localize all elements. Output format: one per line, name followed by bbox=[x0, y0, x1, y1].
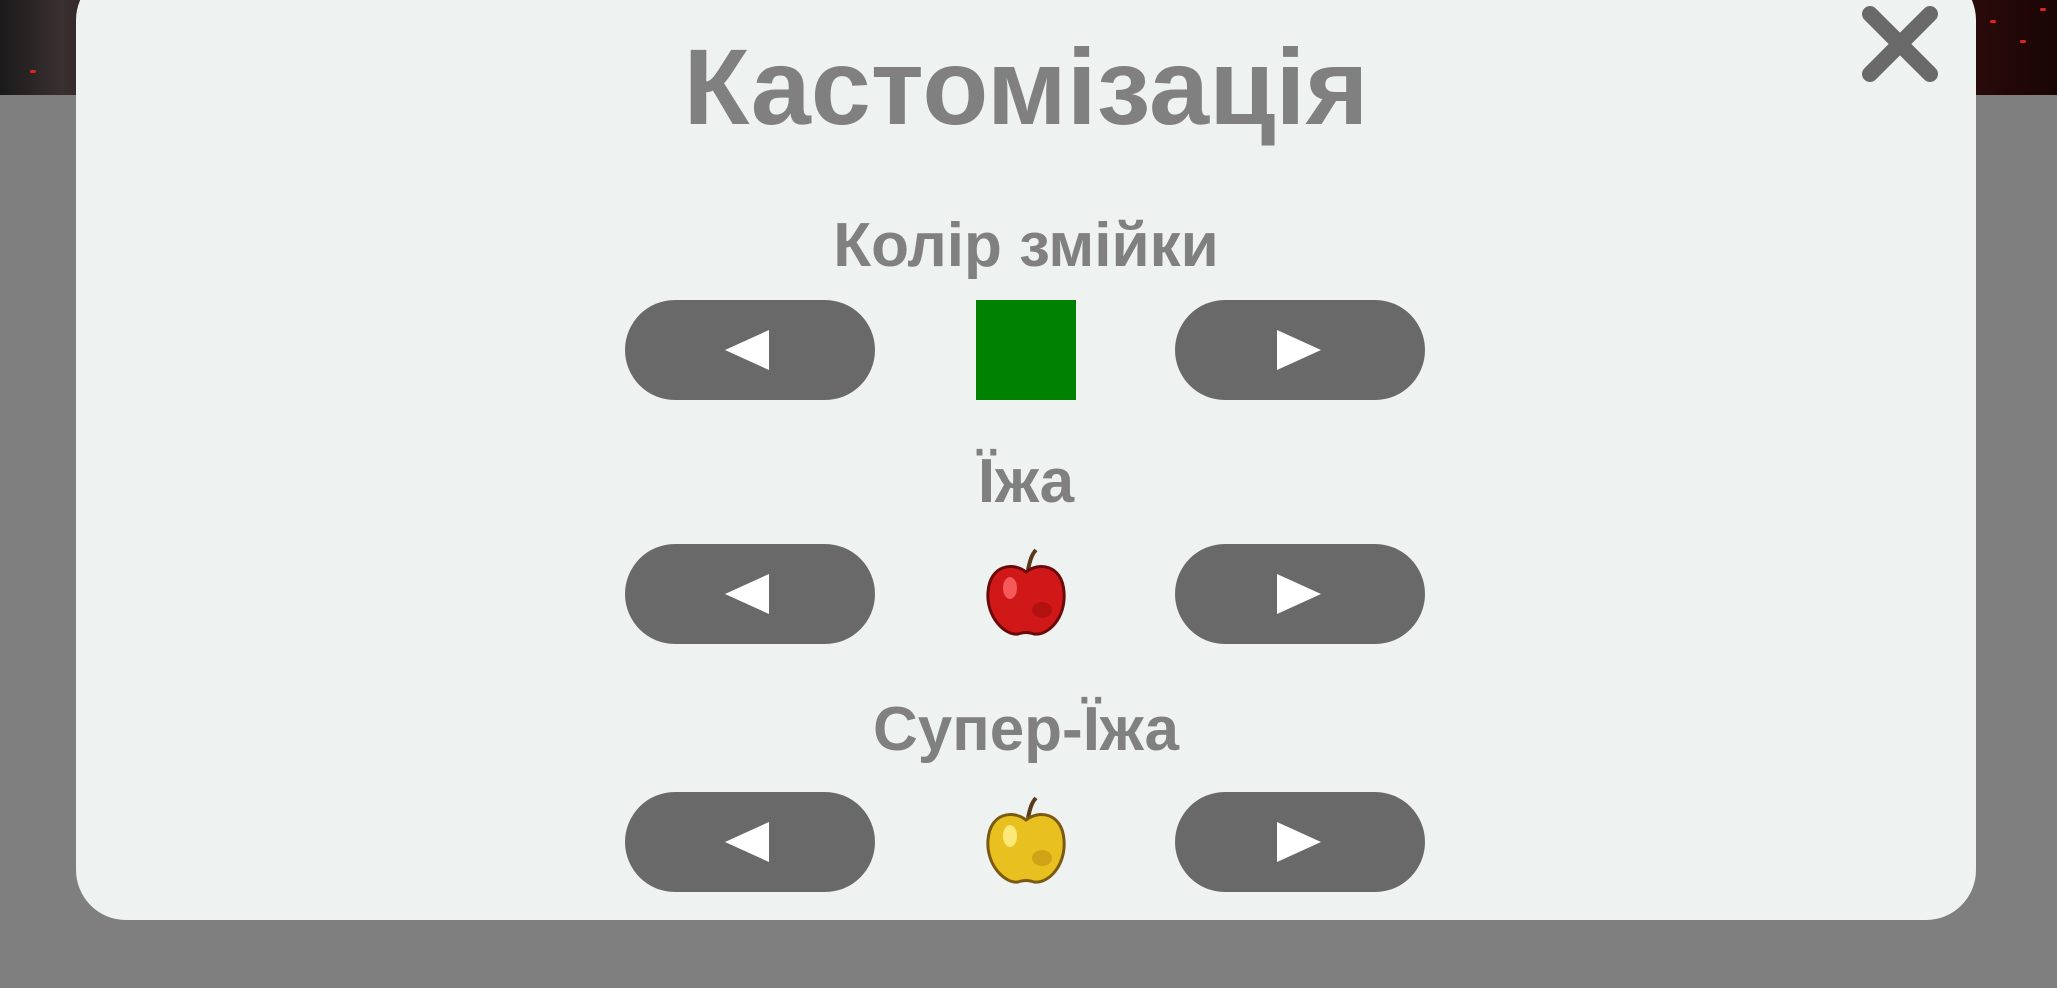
ember-decoration bbox=[2040, 8, 2046, 11]
snake-color-label: Колір змійки bbox=[833, 211, 1219, 280]
triangle-right-icon bbox=[1277, 574, 1321, 614]
red-apple-icon bbox=[984, 548, 1068, 638]
triangle-left-icon bbox=[725, 574, 769, 614]
triangle-right-icon bbox=[1277, 330, 1321, 370]
super-food-prev-button[interactable] bbox=[625, 792, 875, 892]
triangle-right-icon bbox=[1277, 822, 1321, 862]
snake-color-prev-button[interactable] bbox=[625, 300, 875, 400]
super-food-label: Супер-Їжа bbox=[872, 695, 1179, 764]
ember-decoration bbox=[30, 70, 36, 73]
ember-decoration bbox=[2020, 40, 2026, 43]
golden-apple-icon bbox=[984, 796, 1068, 886]
food-next-button[interactable] bbox=[1175, 544, 1425, 644]
snake-color-swatch bbox=[976, 300, 1076, 400]
customization-modal: Кастомізація Колір змійки Їжа Супер-Їжа bbox=[76, 0, 1976, 920]
snake-color-next-button[interactable] bbox=[1175, 300, 1425, 400]
food-prev-button[interactable] bbox=[625, 544, 875, 644]
ember-decoration bbox=[1990, 20, 1996, 23]
super-food-next-button[interactable] bbox=[1175, 792, 1425, 892]
food-label: Їжа bbox=[977, 447, 1075, 516]
triangle-left-icon bbox=[725, 330, 769, 370]
triangle-left-icon bbox=[725, 822, 769, 862]
modal-title: Кастомізація bbox=[683, 26, 1369, 147]
